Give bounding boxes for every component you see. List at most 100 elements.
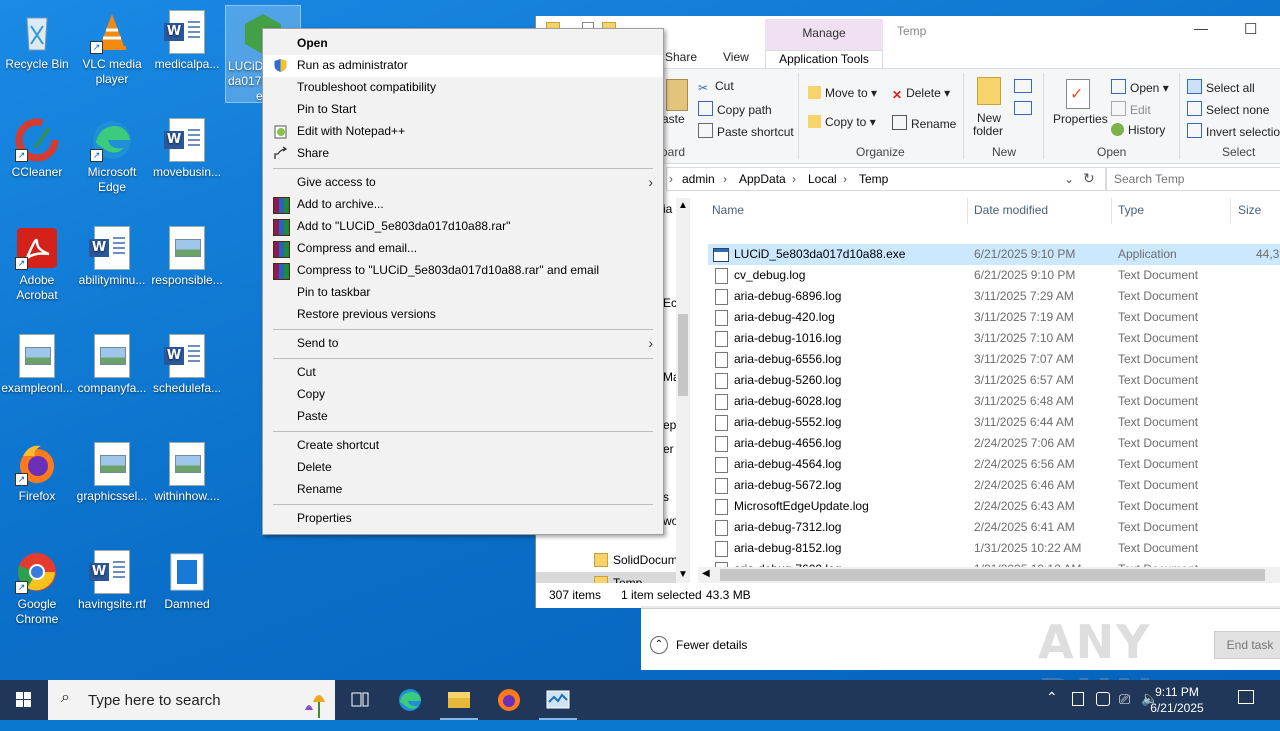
column-header-name[interactable]: Name	[712, 203, 744, 217]
breadcrumb-admin[interactable]: admin	[682, 172, 715, 186]
search-box[interactable]	[1106, 167, 1280, 191]
open-button[interactable]: Open ▾	[1111, 79, 1169, 95]
desktop-icon-havingsite[interactable]: W havingsite.rtf	[75, 544, 149, 612]
desktop-icon-microsoft-edge[interactable]: ↗ Microsoft Edge	[75, 112, 149, 195]
breadcrumb-temp[interactable]: Temp	[859, 172, 888, 186]
context-menu-item-open[interactable]: Open	[263, 33, 663, 55]
desktop-icon-graphicssel[interactable]: graphicssel...	[75, 436, 149, 504]
taskbar-search-box[interactable]: ⌕ Type here to search	[48, 680, 335, 720]
desktop-icon-recycle-bin[interactable]: Recycle Bin	[0, 4, 74, 72]
breadcrumb-local[interactable]: Local	[808, 172, 837, 186]
cut-button[interactable]: ✂ Cut	[698, 79, 734, 95]
rename-button[interactable]: Rename	[892, 115, 956, 131]
show-hidden-icons-chevron-icon[interactable]: ⌃	[1046, 689, 1058, 729]
select-all-button[interactable]: Select all	[1187, 79, 1255, 95]
select-none-button[interactable]: Select none	[1187, 101, 1269, 117]
context-menu-item-properties[interactable]: Properties	[263, 508, 663, 530]
taskbar-edge[interactable]	[387, 680, 433, 720]
file-row[interactable]: MicrosoftEdgeUpdate.log 2/24/2025 6:43 AM…	[708, 496, 1280, 517]
taskbar-file-explorer[interactable]	[436, 680, 482, 720]
desktop-icon-firefox[interactable]: ↗ Firefox	[0, 436, 74, 504]
file-row[interactable]: aria-debug-5672.log 2/24/2025 6:46 AM Text…	[708, 475, 1280, 496]
context-menu-item-add-to-lucid-5e803da017d10a88-rar[interactable]: Add to "LUCiD_5e803da017d10a88.rar"	[263, 216, 663, 238]
context-menu-item-create-shortcut[interactable]: Create shortcut	[263, 435, 663, 457]
notifications-icon[interactable]	[1238, 690, 1254, 704]
scroll-up-icon[interactable]: ▲	[678, 200, 688, 211]
context-menu-item-pin-to-taskbar[interactable]: Pin to taskbar	[263, 282, 663, 304]
context-menu-item-paste[interactable]: Paste	[263, 406, 663, 428]
address-dropdown-icon[interactable]: ⌄	[1064, 172, 1074, 186]
minimize-button[interactable]: —	[1194, 20, 1208, 36]
context-menu-item-troubleshoot-compatibility[interactable]: Troubleshoot compatibility	[263, 77, 663, 99]
desktop-icon-responsible[interactable]: responsible...	[150, 220, 224, 288]
desktop-icon-vlc[interactable]: ↗ VLC media player	[75, 4, 149, 87]
scrollbar-thumb[interactable]	[678, 314, 688, 396]
breadcrumb-appdata[interactable]: AppData	[739, 172, 786, 186]
webcam-icon[interactable]	[1096, 692, 1110, 706]
column-header-type[interactable]: Type	[1118, 203, 1144, 217]
desktop-icon-medicalpa[interactable]: W medicalpa...	[150, 4, 224, 72]
tab-share[interactable]: Share	[665, 50, 697, 64]
maximize-button[interactable]: ☐	[1244, 20, 1257, 38]
paste-button[interactable]: aste	[662, 112, 685, 126]
taskbar-firefox[interactable]	[486, 680, 532, 720]
column-header-date-modified[interactable]: Date modified	[974, 203, 1048, 217]
delete-button[interactable]: ✕ Delete ▾	[892, 86, 950, 102]
context-menu-item-add-to-archive[interactable]: Add to archive...	[263, 194, 663, 216]
new-folder-button-line2[interactable]: folder	[973, 124, 1003, 138]
file-row[interactable]: aria-debug-5552.log 3/11/2025 6:44 AM Text…	[708, 412, 1280, 433]
file-row[interactable]: aria-debug-8152.log 1/31/2025 10:22 AM Tex…	[708, 538, 1280, 559]
device-icon[interactable]	[1072, 692, 1084, 706]
copy-path-button[interactable]: Copy path	[698, 101, 772, 117]
tab-view[interactable]: View	[723, 50, 749, 64]
nav-item-partial[interactable]: ia	[663, 202, 672, 216]
file-row[interactable]: aria-debug-6028.log 3/11/2025 6:48 AM Text…	[708, 391, 1280, 412]
desktop-icon-adobe-acrobat[interactable]: ↗ Adobe Acrobat	[0, 220, 74, 303]
scroll-down-icon[interactable]: ▼	[678, 569, 688, 580]
file-row[interactable]: aria-debug-1016.log 3/11/2025 7:10 AM Text…	[708, 328, 1280, 349]
network-icon[interactable]: ⎚	[1119, 691, 1130, 731]
file-row[interactable]: aria-debug-420.log 3/11/2025 7:19 AM Text …	[708, 307, 1280, 328]
context-menu-item-compress-and-email[interactable]: Compress and email...	[263, 238, 663, 260]
task-view-button[interactable]	[337, 680, 383, 720]
tab-application-tools[interactable]: Application Tools	[765, 50, 883, 68]
nav-item-partial[interactable]: ep	[663, 418, 676, 432]
context-menu-item-compress-to-lucid-5e803da017d10a88-rar-a[interactable]: Compress to "LUCiD_5e803da017d10a88.rar"…	[263, 260, 663, 282]
file-row[interactable]: cv_debug.log 6/21/2025 9:10 PM Text Docume…	[708, 265, 1280, 286]
context-menu-item-edit-with-notepad[interactable]: Edit with Notepad++	[263, 121, 663, 143]
search-input[interactable]	[1107, 168, 1276, 190]
scrollbar-thumb[interactable]	[720, 569, 1265, 581]
desktop-icon-google-chrome[interactable]: ↗ Google Chrome	[0, 544, 74, 627]
edit-button[interactable]: Edit	[1111, 101, 1151, 117]
file-row[interactable]: aria-debug-4564.log 2/24/2025 6:56 AM Text…	[708, 454, 1280, 475]
column-header-size[interactable]: Size	[1238, 203, 1261, 217]
move-to-button[interactable]: Move to ▾	[808, 86, 877, 100]
context-menu-item-give-access-to[interactable]: Give access to ›	[263, 172, 663, 194]
desktop-icon-exampleonl[interactable]: exampleonl...	[0, 328, 74, 396]
chevron-up-icon[interactable]: ⌃	[650, 636, 668, 654]
desktop-icon-ccleaner[interactable]: ↗ CCleaner	[0, 112, 74, 180]
file-row[interactable]: aria-debug-6556.log 3/11/2025 7:07 AM Text…	[708, 349, 1280, 370]
taskbar-task-manager[interactable]	[535, 680, 581, 720]
context-menu-item-delete[interactable]: Delete	[263, 457, 663, 479]
file-row[interactable]: aria-debug-4656.log 2/24/2025 7:06 AM Text…	[708, 433, 1280, 454]
desktop-icon-withinhow[interactable]: withinhow....	[150, 436, 224, 504]
nav-item-soliddocum[interactable]: SolidDocum	[536, 549, 678, 571]
context-menu-item-share[interactable]: Share	[263, 143, 663, 165]
context-menu-item-rename[interactable]: Rename	[263, 479, 663, 501]
tab-manage[interactable]: Manage Application Tools	[765, 19, 883, 68]
context-menu-item-pin-to-start[interactable]: Pin to Start	[263, 99, 663, 121]
invert-selection-button[interactable]: Invert selection	[1187, 123, 1280, 139]
desktop-icon-abilityminu[interactable]: W abilityminu...	[75, 220, 149, 288]
desktop-icon-movebusin[interactable]: W movebusin...	[150, 112, 224, 180]
file-row[interactable]: aria-debug-6896.log 3/11/2025 7:29 AM Text…	[708, 286, 1280, 307]
file-row[interactable]: aria-debug-7312.log 2/24/2025 6:41 AM Text…	[708, 517, 1280, 538]
desktop-icon-damned[interactable]: Damned	[150, 544, 224, 612]
easy-access-icon[interactable]	[1014, 101, 1032, 115]
context-menu-item-cut[interactable]: Cut	[263, 362, 663, 384]
new-folder-button[interactable]: New	[977, 111, 1001, 125]
context-menu-item-run-as-administrator[interactable]: Run as administrator	[263, 55, 663, 77]
file-row[interactable]: LUCiD_5e803da017d10a88.exe 6/21/2025 9:10…	[708, 244, 1280, 265]
refresh-icon[interactable]: ↻	[1083, 170, 1095, 187]
context-menu-item-copy[interactable]: Copy	[263, 384, 663, 406]
